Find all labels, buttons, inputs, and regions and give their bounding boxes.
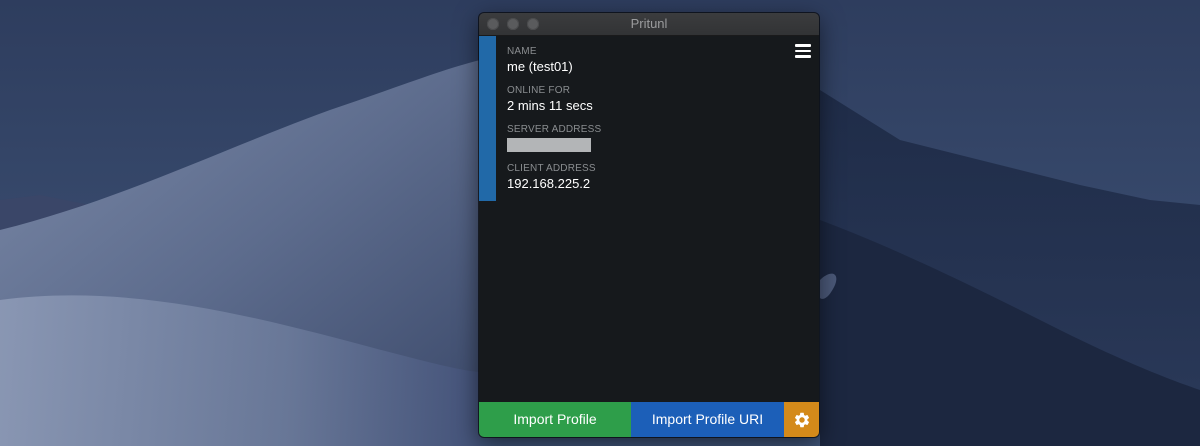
online-for-label: ONLINE FOR: [507, 85, 571, 96]
online-for-value: 2 mins 11 secs: [507, 98, 593, 113]
desktop: Pritunl NAME me (test01) ONLINE FOR 2 mi…: [0, 0, 1200, 446]
profile-name-field: NAME me (test01): [507, 46, 573, 75]
online-for-field: ONLINE FOR 2 mins 11 secs: [507, 85, 593, 114]
server-address-field: SERVER ADDRESS: [507, 124, 601, 152]
import-profile-button[interactable]: Import Profile: [479, 402, 631, 437]
pritunl-window: Pritunl NAME me (test01) ONLINE FOR 2 mi…: [479, 13, 819, 437]
server-address-redacted: [507, 138, 591, 152]
client-address-field: CLIENT ADDRESS 192.168.225.2: [507, 163, 596, 192]
import-profile-uri-button[interactable]: Import Profile URI: [631, 402, 784, 437]
server-address-label: SERVER ADDRESS: [507, 124, 602, 135]
profiles-list: NAME me (test01) ONLINE FOR 2 mins 11 se…: [479, 36, 819, 402]
window-title: Pritunl: [630, 16, 668, 31]
profile-name-value: me (test01): [507, 59, 573, 74]
hamburger-menu-icon[interactable]: [795, 44, 811, 58]
client-address-label: CLIENT ADDRESS: [507, 163, 596, 174]
window-titlebar[interactable]: Pritunl: [479, 13, 819, 36]
profile-card[interactable]: NAME me (test01) ONLINE FOR 2 mins 11 se…: [479, 36, 819, 201]
connection-status-bar: [479, 36, 496, 201]
bottom-toolbar: Import Profile Import Profile URI: [479, 402, 819, 437]
settings-button[interactable]: [784, 402, 819, 437]
client-address-value: 192.168.225.2: [507, 176, 591, 191]
gear-icon: [794, 412, 809, 427]
profile-name-label: NAME: [507, 46, 537, 57]
